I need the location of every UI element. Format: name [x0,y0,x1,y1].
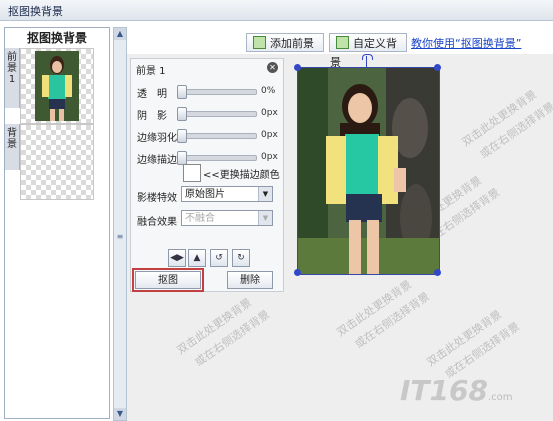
opacity-label: 透 明 [137,89,167,100]
shadow-slider[interactable] [179,111,257,117]
help-link[interactable]: 教你使用“抠图换背景” [411,35,521,51]
stroke-slider[interactable] [179,155,257,161]
stroke-value: 0px [261,152,278,162]
scroll-down-icon[interactable]: ▼ [114,408,126,420]
layer-panel-title: 抠图换背景 [26,31,87,45]
add-image-icon [253,36,266,49]
shadow-slider-knob[interactable] [177,107,187,121]
it168-logo: IT168.com [400,374,513,407]
add-foreground-button[interactable]: 添加前景 [246,33,324,52]
cutout-button[interactable]: 抠图 [132,268,204,292]
opacity-slider-knob[interactable] [177,85,187,99]
window-title: 抠图换背景 [8,5,63,18]
effect-select[interactable]: 原始图片 ▼ [181,186,273,202]
layer-panel: 抠图换背景 前景 1 背景 [4,27,110,419]
stroke-slider-knob[interactable] [177,151,187,165]
feather-slider-knob[interactable] [177,129,187,143]
effect-select-value: 原始图片 [185,189,225,200]
resize-handle-bottom-left[interactable] [294,269,301,276]
feather-slider[interactable] [179,133,257,139]
background-thumbnail[interactable] [20,124,94,200]
feather-label: 边缘羽化 [137,133,177,144]
title-bar: 抠图换背景 [0,0,553,21]
resize-handle-bottom-right[interactable] [434,269,441,276]
blend-select[interactable]: 不融合 ▼ [181,210,273,226]
shadow-label: 阴 影 [137,111,167,122]
blend-label: 融合效果 [137,217,177,228]
foreground-thumbnail[interactable] [20,48,94,124]
tab-foreground-1[interactable]: 前景 1 [5,48,20,108]
shadow-value: 0px [261,108,278,118]
flip-horizontal-icon[interactable]: ◀▶ [168,249,186,267]
logo-suffix: .com [487,392,513,403]
photo-image [298,68,439,274]
custom-background-button[interactable]: 自定义背景 [329,33,407,69]
effect-label: 影楼特效 [137,193,177,204]
stroke-color-swatch[interactable] [183,164,201,182]
change-stroke-color-label[interactable]: <<更换描边颜色 [203,166,280,181]
picture-icon [336,36,349,49]
flip-vertical-icon[interactable]: ▲ [188,249,206,267]
tab-background[interactable]: 背景 [5,124,20,170]
logo-text: IT168 [400,374,488,407]
rotate-handle[interactable] [362,54,373,60]
properties-title: 前景 1 [136,66,166,77]
feather-value: 0px [261,130,278,140]
resize-handle-top-left[interactable] [294,64,301,71]
chevron-down-icon[interactable]: ▼ [258,187,272,201]
foreground-photo[interactable] [297,67,440,275]
scroll-up-icon[interactable]: ▲ [114,28,126,40]
blend-select-value: 不融合 [185,213,215,224]
close-icon[interactable]: ✕ [267,62,278,73]
resize-handle-top-right[interactable] [434,64,441,71]
vertical-scrollbar[interactable]: ▲ ≡ ▼ [113,27,127,421]
opacity-value: 0% [261,86,276,96]
delete-button[interactable]: 删除 [227,271,273,289]
chevron-down-icon[interactable]: ▼ [258,211,272,225]
foreground-thumb-image [35,51,79,121]
properties-panel: 前景 1 ✕ 透 明 0% 阴 影 0px 边缘羽化 0px 边缘描边 0px … [130,58,284,292]
add-foreground-label: 添加前景 [270,37,314,50]
stroke-label: 边缘描边 [137,155,177,166]
opacity-slider[interactable] [179,89,257,95]
rotate-left-icon[interactable]: ↺ [210,249,228,267]
scroll-grip-icon[interactable]: ≡ [115,232,125,244]
rotate-right-icon[interactable]: ↻ [232,249,250,267]
